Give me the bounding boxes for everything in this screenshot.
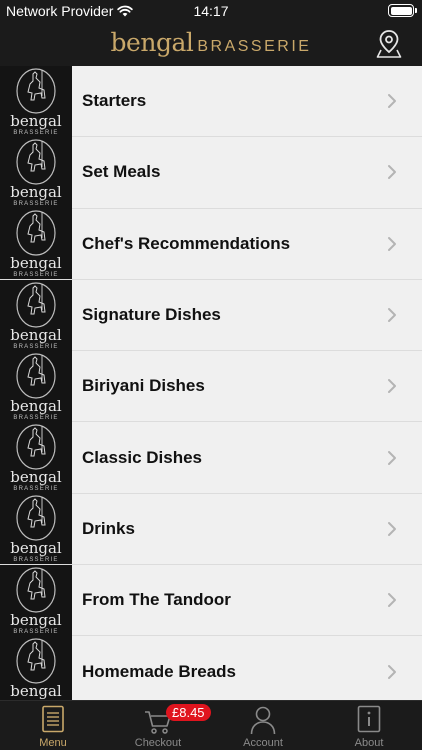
chevron-right-icon xyxy=(388,450,396,465)
emblem-sub-text: BRASSERIE xyxy=(13,130,58,136)
chevron-right-icon xyxy=(388,664,396,679)
location-pin-icon[interactable] xyxy=(376,29,402,59)
emblem-brand-text: bengal xyxy=(10,254,62,272)
menu-row-label: Chef's Recommendations xyxy=(82,233,291,253)
category-thumbnail: bengalBRASSERIE xyxy=(0,279,72,351)
tab-label: Account xyxy=(243,737,283,749)
menu-row-label: From The Tandoor xyxy=(82,590,231,610)
chevron-right-icon xyxy=(388,379,396,394)
menu-row-set-meals[interactable]: bengal BRASSERIE Set Meals xyxy=(0,136,422,209)
category-thumbnail: bengalBRASSERIE xyxy=(0,136,72,208)
category-thumbnail: bengalBRASSERIE xyxy=(0,636,72,700)
brand-emblem-icon: bengalBRASSERIE xyxy=(10,68,62,136)
category-thumbnail: bengalBRASSERIE xyxy=(0,350,72,422)
chevron-right-icon xyxy=(388,593,396,608)
emblem-brand-text: bengal xyxy=(10,468,62,486)
menu-row-label: Classic Dishes xyxy=(82,447,203,467)
tab-label: Checkout xyxy=(134,737,182,749)
menu-row-chefs-recommendations[interactable]: bengal BRASSERIE Chef's Recommendations xyxy=(0,208,422,280)
brand-logo: bengal BRASSERIE xyxy=(0,28,422,57)
menu-row-label: Homemade Breads xyxy=(82,661,237,681)
category-thumbnail: bengalBRASSERIE xyxy=(0,493,72,565)
emblem-sub-text: BRASSERIE xyxy=(13,344,58,350)
battery-icon xyxy=(388,4,417,17)
brand-emblem-icon: bengalBRASSERIE xyxy=(10,495,62,563)
emblem-sub-text: BRASSERIE xyxy=(13,415,58,421)
info-icon xyxy=(357,705,381,733)
emblem-brand-text: bengal xyxy=(10,183,62,201)
menu-category-list: bengal BRASSERIE Starters bengal BRASSERIE… xyxy=(0,66,422,700)
chevron-right-icon xyxy=(388,94,396,109)
menu-row-homemade-breads[interactable]: bengalBRASSERIE Homemade Breads xyxy=(0,636,422,700)
menu-book-icon xyxy=(42,705,64,733)
brand-emblem-icon: bengalBRASSERIE xyxy=(10,210,62,278)
menu-row-signature-dishes[interactable]: bengal BRASSERIE Signature Dishes xyxy=(0,279,422,352)
emblem-brand-text: bengal xyxy=(10,539,62,557)
tab-about[interactable]: About xyxy=(329,701,409,750)
emblem-brand-text: bengal xyxy=(10,326,62,344)
menu-row-classic-dishes[interactable]: bengal BRASSERIE Classic Dishes xyxy=(0,422,422,494)
emblem-sub-text: BRASSERIE xyxy=(13,272,58,278)
tab-account[interactable]: Account xyxy=(223,701,303,750)
tab-label: Menu xyxy=(39,737,67,749)
chevron-right-icon xyxy=(388,521,396,536)
menu-row-label: Starters xyxy=(82,91,147,111)
menu-row-label: Drinks xyxy=(82,518,135,538)
tab-bar: Menu Checkout £8.45 Account About xyxy=(0,700,422,750)
category-thumbnail: bengalBRASSERIE xyxy=(0,564,72,636)
status-time: 14:17 xyxy=(193,3,229,19)
brand-emblem-icon: bengalBRASSERIE xyxy=(10,139,62,207)
emblem-sub-text: BRASSERIE xyxy=(13,557,58,563)
emblem-sub-text: BRASSERIE xyxy=(13,201,58,207)
tab-menu[interactable]: Menu xyxy=(13,701,93,750)
brand-emblem-icon: bengalBRASSERIE xyxy=(10,567,62,635)
menu-row-label: Biriyani Dishes xyxy=(82,376,205,396)
category-thumbnail: bengalBRASSERIE xyxy=(0,66,72,137)
menu-row-starters[interactable]: bengal BRASSERIE Starters xyxy=(0,66,422,138)
logo-caps: BRASSERIE xyxy=(197,38,312,55)
menu-row-label: Set Meals xyxy=(82,162,161,182)
category-thumbnail: bengalBRASSERIE xyxy=(0,208,72,280)
brand-emblem-icon: bengalBRASSERIE xyxy=(10,281,62,350)
app-header: bengal BRASSERIE xyxy=(0,22,422,66)
logo-script: bengal xyxy=(110,28,194,57)
user-icon xyxy=(250,706,276,735)
emblem-brand-text: bengal xyxy=(10,112,62,130)
emblem-brand-text: bengal xyxy=(10,611,62,629)
brand-emblem-icon: bengalBRASSERIE xyxy=(10,353,62,421)
cart-total-badge: £8.45 xyxy=(166,704,211,721)
emblem-sub-text: BRASSERIE xyxy=(13,486,58,492)
menu-row-from-the-tandoor[interactable]: bengal BRASSERIE From The Tandoor xyxy=(0,564,422,637)
emblem-brand-text: bengal xyxy=(10,682,62,700)
status-bar: Network Provider 14:17 xyxy=(0,0,422,22)
tab-label: About xyxy=(354,737,384,749)
chevron-right-icon xyxy=(388,236,396,251)
emblem-sub-text: BRASSERIE xyxy=(13,629,58,635)
brand-emblem-icon: bengalBRASSERIE xyxy=(10,638,62,700)
menu-row-drinks[interactable]: bengal BRASSERIE Drinks xyxy=(0,493,422,566)
emblem-brand-text: bengal xyxy=(10,397,62,415)
menu-row-biriyani-dishes[interactable]: bengal BRASSERIE Biriyani Dishes xyxy=(0,350,422,423)
chevron-right-icon xyxy=(388,165,396,180)
brand-emblem-icon: bengalBRASSERIE xyxy=(10,424,62,492)
category-thumbnail: bengalBRASSERIE xyxy=(0,422,72,494)
chevron-right-icon xyxy=(388,308,396,323)
menu-row-label: Signature Dishes xyxy=(82,305,221,325)
